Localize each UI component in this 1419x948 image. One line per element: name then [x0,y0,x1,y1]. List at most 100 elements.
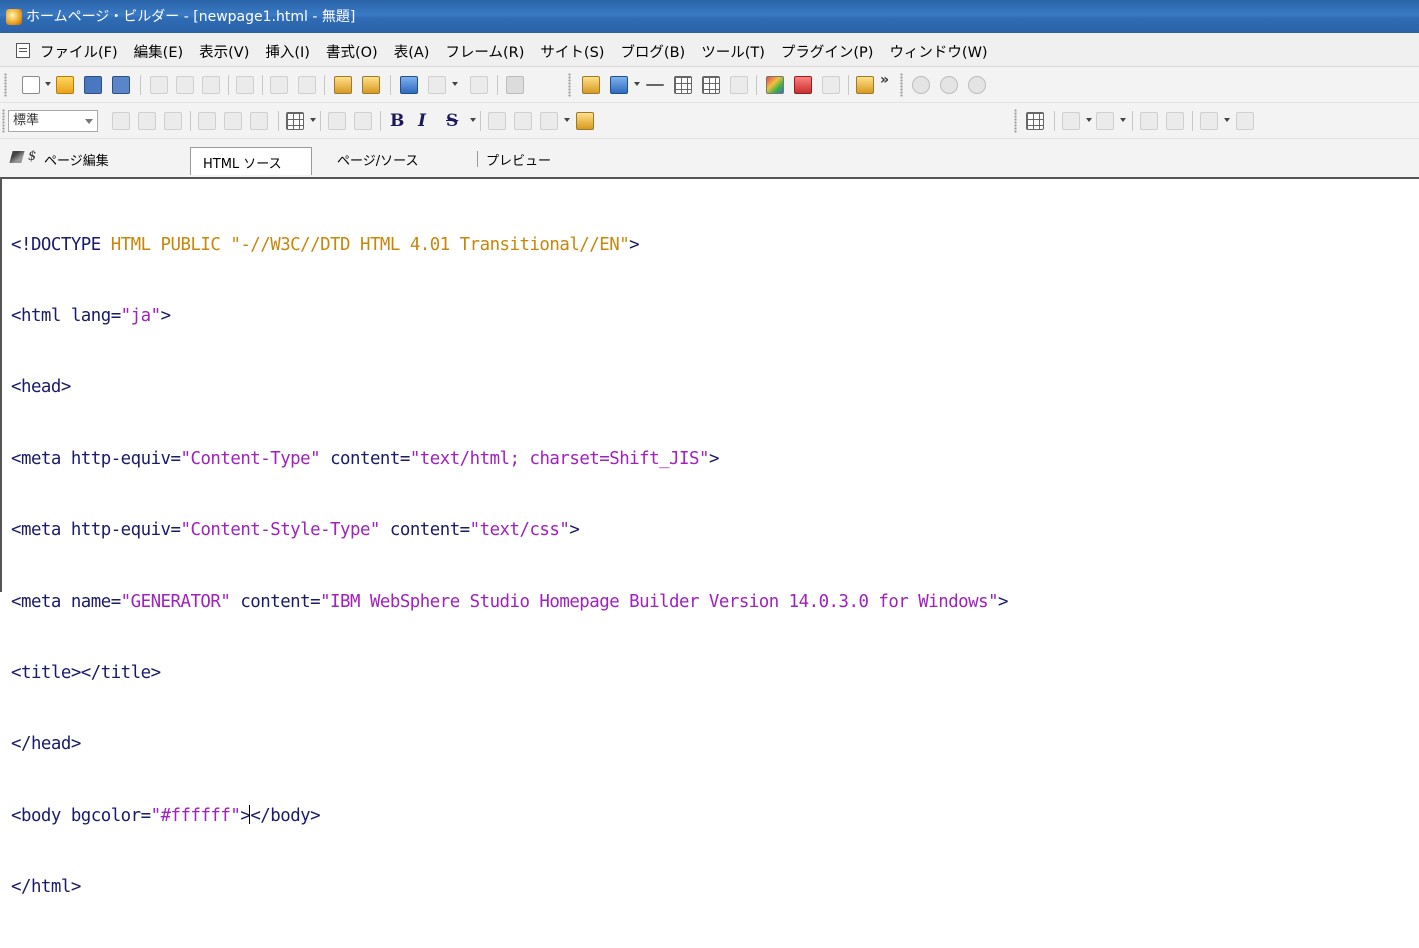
align-center-icon[interactable] [138,112,156,130]
picture-dropdown-icon[interactable] [634,82,640,86]
homepage-builder-app-icon[interactable] [6,9,22,25]
toolbar-separator [320,111,321,131]
cell-align-icon[interactable] [1236,112,1254,130]
toolbar-separator [228,75,229,95]
insert-column-dropdown-icon[interactable] [1120,118,1126,122]
menu-table[interactable]: 表(A) [394,41,430,62]
toolbar-separator [1054,111,1055,131]
cut-icon[interactable] [150,76,168,94]
toolbar-separator [262,75,263,95]
toolbar-separator [390,75,391,95]
insert-table-icon[interactable] [674,76,692,94]
menu-view[interactable]: 表示(V) [199,41,249,62]
eraser-icon[interactable] [236,76,254,94]
menu-file[interactable]: ファイル(F) [40,41,118,62]
zoom-reset-icon[interactable] [968,76,986,94]
toolbar-overflow-chevron-icon[interactable]: » [880,72,889,88]
insert-image-pencil-icon[interactable] [582,76,600,94]
image-align-right-icon[interactable] [250,112,268,130]
menu-bar: ファイル(F) 編集(E) 表示(V) 挿入(I) 書式(O) 表(A) フレー… [0,33,1419,67]
bold-button[interactable]: B [390,111,404,131]
insert-button-icon[interactable] [794,76,812,94]
paste-icon[interactable] [202,76,220,94]
document-menu-icon[interactable] [16,43,30,58]
html-source-editor[interactable]: <!DOCTYPE HTML PUBLIC "-//W3C//DTD HTML … [0,177,1419,897]
font-color-icon[interactable] [540,112,558,130]
zoom-in-icon[interactable] [912,76,930,94]
menu-plugin[interactable]: プラグイン(P) [781,41,874,62]
anchor-dropdown-icon[interactable] [452,82,458,86]
table-properties-icon[interactable] [1026,112,1044,130]
cell-dropdown-icon[interactable] [1224,118,1230,122]
insert-picture-icon[interactable] [610,76,628,94]
cell-properties-icon[interactable] [1200,112,1218,130]
split-cells-icon[interactable] [1166,112,1184,130]
horizontal-rule-icon[interactable] [646,84,664,86]
image-align-left-icon[interactable] [198,112,216,130]
insert-link-icon[interactable] [400,76,418,94]
menu-blog[interactable]: ブログ(B) [620,41,685,62]
page-properties-icon[interactable] [470,76,488,94]
tab-page-edit[interactable]: ページ編集 [44,150,109,169]
toolbar-grip[interactable] [4,73,7,97]
open-folder-icon[interactable] [56,76,74,94]
list-dropdown-icon[interactable] [310,118,316,122]
toolbar-grip[interactable] [568,73,571,97]
font-size-up-icon[interactable] [488,112,506,130]
doctype-tag: <!DOCTYPE [11,234,101,255]
insert-anchor-icon[interactable] [428,76,446,94]
edit-picture-icon[interactable] [856,76,874,94]
insert-row-dropdown-icon[interactable] [1086,118,1092,122]
menu-format[interactable]: 書式(O) [326,41,378,62]
copy-icon[interactable] [176,76,194,94]
insert-row-icon[interactable] [1062,112,1080,130]
tab-html-source[interactable]: HTML ソース [190,147,312,175]
menu-tools[interactable]: ツール(T) [701,41,765,62]
redo-icon[interactable] [298,76,316,94]
menu-frame[interactable]: フレーム(R) [445,41,524,62]
menu-edit[interactable]: 編集(E) [134,41,183,62]
insert-column-icon[interactable] [1096,112,1114,130]
grid-icon[interactable] [506,76,524,94]
tag-close: > [708,448,719,469]
tab-preview[interactable]: プレビュー [486,150,551,169]
align-right-icon[interactable] [164,112,182,130]
bulleted-list-icon[interactable] [286,112,304,130]
strikethrough-button[interactable]: S [446,111,458,131]
pen-icon[interactable] [9,151,25,163]
menu-site[interactable]: サイト(S) [540,41,604,62]
toolbar-grip[interactable] [1014,109,1017,133]
undo-icon[interactable] [270,76,288,94]
image-align-center-icon[interactable] [224,112,242,130]
insert-form-icon[interactable] [822,76,840,94]
toolbar-grip[interactable] [2,109,5,133]
outdent-icon[interactable] [328,112,346,130]
text-style-dropdown-icon[interactable] [470,118,476,122]
source-line: <meta http-equiv="Content-Type" content=… [11,448,1008,472]
format-painter-icon[interactable] [576,112,594,130]
tab-page-source[interactable]: ページ/ソース [337,150,418,169]
menu-window[interactable]: ウィンドウ(W) [889,41,987,62]
font-color-dropdown-icon[interactable] [564,118,570,122]
save-all-icon[interactable] [112,76,130,94]
new-page-icon[interactable] [22,76,40,94]
align-left-icon[interactable] [112,112,130,130]
italic-button[interactable]: I [418,111,426,131]
edit-attributes-icon[interactable] [334,76,352,94]
paragraph-style-select[interactable]: 標準 [8,110,98,132]
attribute-name: content= [230,591,321,612]
new-dropdown-icon[interactable] [45,82,51,86]
insert-layout-frame-icon[interactable] [730,76,748,94]
font-size-down-icon[interactable] [514,112,532,130]
save-icon[interactable] [84,76,102,94]
insert-frame-icon[interactable] [702,76,720,94]
indent-icon[interactable] [354,112,372,130]
zoom-out-icon[interactable] [940,76,958,94]
edit-style-icon[interactable] [362,76,380,94]
style-s-icon[interactable]: $ [28,149,36,164]
color-palette-icon[interactable] [766,76,784,94]
toolbar-separator [497,75,498,95]
merge-cells-icon[interactable] [1140,112,1158,130]
toolbar-grip[interactable] [900,73,903,97]
menu-insert[interactable]: 挿入(I) [265,41,310,62]
